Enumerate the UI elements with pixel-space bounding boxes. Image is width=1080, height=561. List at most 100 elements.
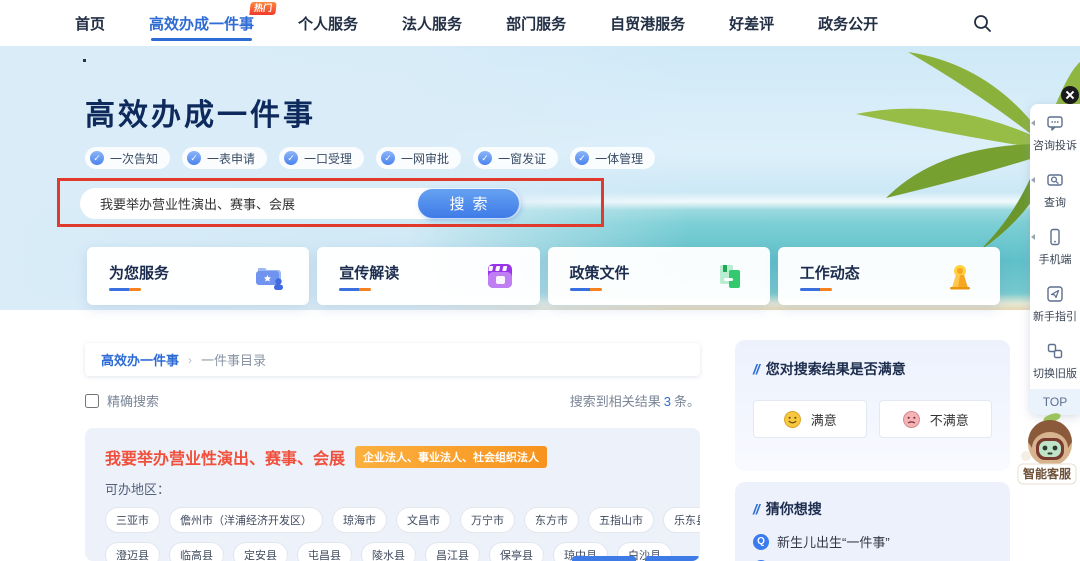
hero-tag-label: 一窗发证: [498, 150, 546, 167]
side-toolbar: 咨询投诉 查询 手机端 新手指引 切换旧版 TOP: [1030, 104, 1080, 415]
paper-plane-icon: [1045, 284, 1065, 304]
happy-face-icon: [783, 410, 802, 429]
nav-item-home[interactable]: 首页: [75, 0, 105, 46]
breadcrumb-current: 一件事目录: [201, 350, 266, 369]
unsatisfied-button[interactable]: 不满意: [879, 400, 993, 438]
hero-search-button[interactable]: 搜索: [418, 189, 519, 218]
hero-tag-label: 一网审批: [401, 150, 449, 167]
result-title-link[interactable]: 我要举办营业性演出、赛事、会展: [105, 445, 345, 469]
satisfaction-panel: 您对搜索结果是否满意 满意 不满意: [735, 340, 1010, 471]
region-chip[interactable]: 临高县: [169, 542, 224, 561]
hero-tag: ✓ 一窗发证: [473, 147, 558, 169]
card-underline: [570, 288, 602, 291]
region-chip[interactable]: 万宁市: [460, 507, 515, 533]
check-icon: ✓: [284, 151, 298, 165]
toolbar-close-icon[interactable]: [1061, 86, 1079, 104]
check-icon: ✓: [187, 151, 201, 165]
card-publicity[interactable]: 宣传解读: [317, 247, 539, 305]
result-summary: 搜索到相关结果3条。: [570, 391, 700, 410]
search-icon[interactable]: [972, 13, 992, 33]
region-chip[interactable]: 澄迈县: [105, 542, 160, 561]
nav-item-free-trade-port[interactable]: 自贸港服务: [610, 0, 685, 46]
sad-face-icon: [902, 410, 921, 429]
hero-tag: ✓ 一次告知: [85, 147, 170, 169]
card-title: 政策文件: [570, 262, 630, 283]
suggestions-panel: 猜你想搜 Q 新生儿出生“一件事” Q 营业性演出许可: [735, 482, 1010, 561]
toolbar-item-consult[interactable]: 咨询投诉: [1030, 104, 1080, 161]
toolbar-label: 切换旧版: [1033, 365, 1077, 381]
policy-document-icon: [712, 258, 748, 294]
card-work-updates[interactable]: 工作动态: [778, 247, 1000, 305]
check-icon: ✓: [381, 151, 395, 165]
region-chip[interactable]: 五指山市: [588, 507, 654, 533]
suggestions-heading: 猜你想搜: [753, 499, 992, 519]
card-underline: [109, 288, 141, 291]
region-chip[interactable]: 三亚市: [105, 507, 160, 533]
hot-badge: 热门: [249, 2, 276, 15]
region-chip[interactable]: 保亭县: [489, 542, 544, 561]
nav-item-gov-open[interactable]: 政务公开: [818, 0, 878, 46]
chat-bubble-icon: [1045, 113, 1065, 133]
card-policy-files[interactable]: 政策文件: [548, 247, 770, 305]
satisfaction-heading: 您对搜索结果是否满意: [753, 359, 992, 379]
media-clapper-icon: [482, 258, 518, 294]
legal-person-badge: 企业法人、事业法人、社会组织法人: [355, 446, 547, 468]
card-underline: [800, 288, 832, 291]
region-chip[interactable]: 琼海市: [332, 507, 387, 533]
unsatisfied-label: 不满意: [930, 410, 969, 429]
nav-item-one-thing[interactable]: 高效办成一件事 热门: [149, 0, 254, 46]
nav-item-legal-person[interactable]: 法人服务: [402, 0, 462, 46]
precise-search-checkbox[interactable]: [85, 394, 99, 408]
region-chip[interactable]: 文昌市: [396, 507, 451, 533]
result-summary-suffix: 条。: [674, 394, 700, 409]
broadcast-icon: [942, 258, 978, 294]
suggestion-item-newborn[interactable]: Q 新生儿出生“一件事”: [753, 532, 992, 551]
hero-tag: ✓ 一表申请: [182, 147, 267, 169]
region-label: 可办地区：: [105, 479, 680, 498]
toolbar-item-query[interactable]: 查询: [1030, 161, 1080, 218]
chevron-left-icon: [1031, 120, 1035, 126]
nav-item-personal[interactable]: 个人服务: [298, 0, 358, 46]
hero-tag-label: 一次告知: [110, 150, 158, 167]
region-chips-row1: 三亚市 儋州市（洋浦经济开发区） 琼海市 文昌市 万宁市 东方市 五指山市 乐东…: [105, 507, 680, 533]
result-count: 3: [664, 394, 671, 409]
chevron-left-icon: [1031, 234, 1035, 240]
hero-tag: ✓ 一口受理: [279, 147, 364, 169]
satisfied-label: 满意: [811, 410, 837, 429]
hero-title: 高效办成一件事: [85, 90, 316, 134]
toolbar-item-guide[interactable]: 新手指引: [1030, 275, 1080, 332]
nav-item-department[interactable]: 部门服务: [506, 0, 566, 46]
region-chip[interactable]: 乐东县: [663, 507, 700, 533]
breadcrumb-root-link[interactable]: 高效办一件事: [101, 350, 179, 369]
smart-service-mascot[interactable]: 智能客服: [1012, 412, 1080, 500]
region-chip[interactable]: 陵水县: [361, 542, 416, 561]
region-chip[interactable]: 定安县: [233, 542, 288, 561]
hero-tag-label: 一口受理: [304, 150, 352, 167]
toolbar-item-mobile[interactable]: 手机端: [1030, 218, 1080, 275]
nav-item-rating[interactable]: 好差评: [729, 0, 774, 46]
toolbar-label: 查询: [1044, 194, 1066, 210]
region-chip[interactable]: 儋州市（洋浦经济开发区）: [169, 507, 323, 533]
hero-tag: ✓ 一网审批: [376, 147, 461, 169]
region-chip[interactable]: 东方市: [524, 507, 579, 533]
satisfied-button[interactable]: 满意: [753, 400, 867, 438]
toolbar-item-old-version[interactable]: 切换旧版: [1030, 332, 1080, 389]
search-card-icon: [1045, 170, 1065, 190]
region-chip[interactable]: 屯昌县: [297, 542, 352, 561]
breadcrumb: 高效办一件事 › 一件事目录: [85, 343, 700, 376]
partial-action-button-2[interactable]: [645, 556, 700, 561]
partial-action-button-1[interactable]: [572, 556, 636, 561]
annotation-red-box: 搜索: [57, 178, 604, 227]
suggestion-label: 新生儿出生“一件事”: [777, 532, 890, 551]
card-for-you[interactable]: 为您服务: [87, 247, 309, 305]
check-icon: ✓: [478, 151, 492, 165]
region-chip[interactable]: 昌江县: [425, 542, 480, 561]
result-card: 我要举办营业性演出、赛事、会展 企业法人、事业法人、社会组织法人 可办地区： 三…: [85, 428, 700, 561]
breadcrumb-separator: ›: [188, 353, 192, 367]
toolbar-label: 咨询投诉: [1033, 137, 1077, 153]
card-underline: [339, 288, 371, 291]
toolbar-label: 手机端: [1039, 251, 1072, 267]
check-icon: ✓: [90, 151, 104, 165]
card-title: 宣传解读: [339, 262, 399, 283]
result-summary-prefix: 搜索到相关结果: [570, 394, 661, 409]
